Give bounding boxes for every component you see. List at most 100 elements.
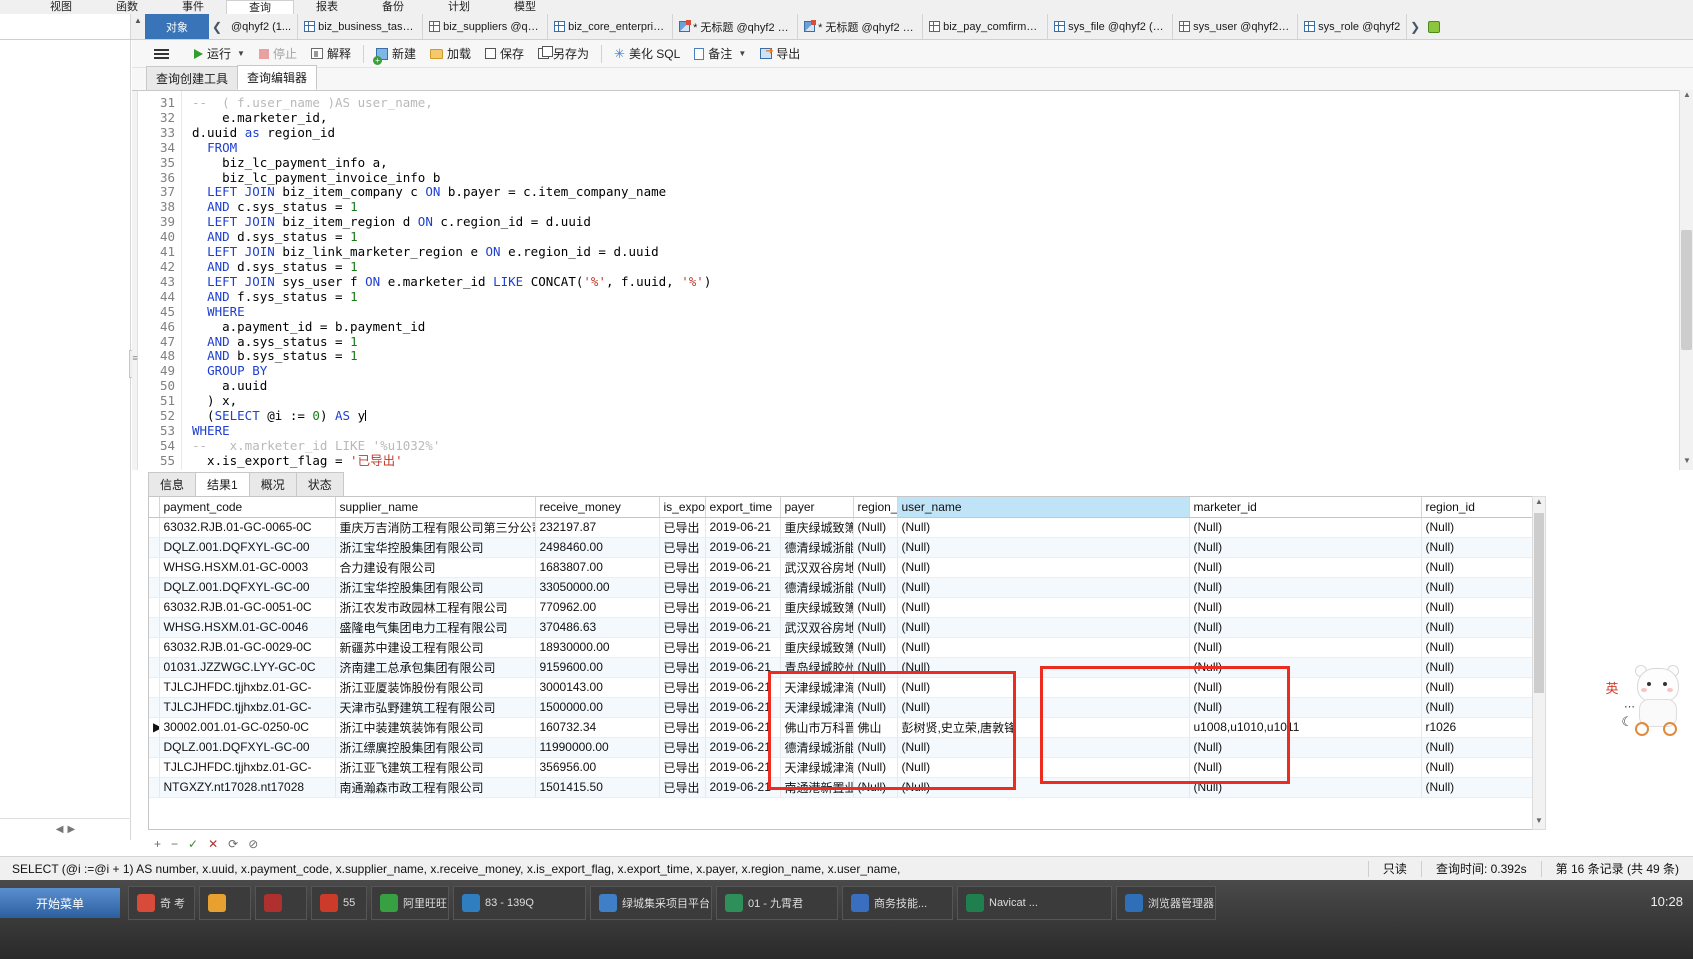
menu-item-report[interactable]: 报表 (294, 0, 360, 14)
cell-marketer_id[interactable]: (Null) (1189, 597, 1422, 618)
cell-supplier_name[interactable]: 浙江缥廙控股集团有限公司 (335, 737, 536, 758)
sql-line[interactable]: ) x, (192, 393, 1693, 409)
cell-receive_money[interactable]: 11990000.00 (535, 737, 660, 758)
cell-payer[interactable]: 重庆绿城致簿 (780, 637, 854, 658)
scroll-up-icon[interactable]: ▲ (131, 14, 145, 39)
cell-region_id[interactable]: (Null) (1421, 677, 1545, 698)
load-button[interactable]: 加载 (423, 41, 478, 67)
export-button[interactable]: 导出 (753, 41, 807, 67)
cell-region_id[interactable]: (Null) (1421, 617, 1545, 638)
cell-marketer_id[interactable]: (Null) (1189, 557, 1422, 578)
sql-line[interactable]: AND d.sys_status = 1 (192, 229, 1693, 245)
cell-payment_code[interactable]: WHSG.HSXM.01-GC-0003 (159, 557, 336, 578)
cell-receive_money[interactable]: 1501415.50 (535, 777, 660, 798)
tab-untitled-1[interactable]: * 无标题 @qhyf2 (1... (673, 14, 799, 39)
cell-region_id[interactable]: (Null) (1421, 777, 1545, 798)
tab-info[interactable]: 信息 (148, 472, 197, 496)
cell-receive_money[interactable]: 356956.00 (535, 757, 660, 778)
sql-line[interactable]: AND d.sys_status = 1 (192, 259, 1693, 275)
cell-region_name[interactable]: (Null) (853, 697, 898, 718)
cell-supplier_name[interactable]: 浙江中装建筑装饰有限公司 (335, 717, 536, 738)
cell-payer[interactable]: 德清绿城浙能 (780, 537, 854, 558)
cell-export_time[interactable]: 2019-06-21 (705, 677, 781, 698)
scrollbar-thumb[interactable] (1534, 513, 1544, 693)
table-row[interactable]: TJLCJHFDC.tjjhxbz.01-GC- 浙江亚飞建筑工程有限公司 3569… (149, 757, 1545, 778)
cell-user_name[interactable]: (Null) (897, 577, 1190, 598)
table-row[interactable]: DQLZ.001.DQFXYL-GC-00 浙江缥廙控股集团有限公司 1199000… (149, 737, 1545, 758)
column-header-user_name[interactable]: user_name (897, 497, 1190, 518)
cell-payer[interactable]: 青岛绿城胶州 (780, 657, 854, 678)
taskbar-button[interactable]: 01 - 九霄君 (716, 886, 838, 920)
sql-line[interactable]: (SELECT @i := 0) AS y (192, 408, 1693, 424)
table-row[interactable]: 01031.JZZWGC.LYY-GC-0C 济南建工总承包集团有限公司 91596… (149, 657, 1545, 678)
cell-region_id[interactable]: r1026 (1421, 717, 1545, 738)
cell-payment_code[interactable]: DQLZ.001.DQFXYL-GC-00 (159, 737, 336, 758)
beautify-sql-button[interactable]: ✳ 美化 SQL (607, 41, 687, 67)
sql-line[interactable]: AND c.sys_status = 1 (192, 199, 1693, 215)
cell-payer[interactable]: 天津绿城津海 (780, 757, 854, 778)
column-header-export_time[interactable]: export_time (705, 497, 781, 518)
cell-receive_money[interactable]: 9159600.00 (535, 657, 660, 678)
cell-is_export_flag[interactable]: 已导出 (659, 577, 706, 598)
cell-export_time[interactable]: 2019-06-21 (705, 577, 781, 598)
table-row[interactable]: 63032.RJB.01-GC-0029-0C 新疆苏中建设工程有限公司 18930… (149, 637, 1545, 658)
tab-query-editor[interactable]: 查询编辑器 (237, 65, 318, 90)
taskbar-button[interactable]: 浏览器管理器 (1116, 886, 1216, 920)
cell-region_name[interactable]: (Null) (853, 617, 898, 638)
cell-supplier_name[interactable]: 盛隆电气集团电力工程有限公司 (335, 617, 536, 638)
cell-is_export_flag[interactable]: 已导出 (659, 777, 706, 798)
cell-region_id[interactable]: (Null) (1421, 637, 1545, 658)
cell-region_name[interactable]: (Null) (853, 777, 898, 798)
cell-marketer_id[interactable]: (Null) (1189, 657, 1422, 678)
cell-region_id[interactable]: (Null) (1421, 757, 1545, 778)
cell-payment_code[interactable]: 63032.RJB.01-GC-0051-0C (159, 597, 336, 618)
cell-user_name[interactable]: (Null) (897, 517, 1190, 538)
cell-marketer_id[interactable]: (Null) (1189, 697, 1422, 718)
cell-user_name[interactable]: (Null) (897, 557, 1190, 578)
column-header-payment_code[interactable]: payment_code (159, 497, 336, 518)
cell-user_name[interactable]: (Null) (897, 777, 1190, 798)
table-row[interactable]: TJLCJHFDC.tjjhxbz.01-GC- 天津市弘野建筑工程有限公司 150… (149, 697, 1545, 718)
cell-supplier_name[interactable]: 浙江宝华控股集团有限公司 (335, 577, 536, 598)
cell-payment_code[interactable]: NTGXZY.nt17028.nt17028 (159, 777, 336, 798)
cell-payment_code[interactable]: 63032.RJB.01-GC-0029-0C (159, 637, 336, 658)
cancel-changes-button[interactable]: ✕ (208, 837, 218, 851)
note-button[interactable]: 备注 ▼ (687, 41, 753, 67)
sql-line[interactable]: LEFT JOIN biz_link_marketer_region e ON … (192, 244, 1693, 260)
cell-export_time[interactable]: 2019-06-21 (705, 777, 781, 798)
table-row[interactable]: WHSG.HSXM.01-GC-0003 合力建设有限公司 1683807.00 已导… (149, 557, 1545, 578)
cell-payment_code[interactable]: TJLCJHFDC.tjjhxbz.01-GC- (159, 677, 336, 698)
sql-line[interactable]: a.uuid (192, 378, 1693, 394)
cell-supplier_name[interactable]: 浙江宝华控股集团有限公司 (335, 537, 536, 558)
cell-region_name[interactable]: (Null) (853, 637, 898, 658)
tab-biz-business-task[interactable]: biz_business_task_a... (298, 14, 424, 39)
cell-region_name[interactable]: (Null) (853, 577, 898, 598)
cell-region_name[interactable]: (Null) (853, 677, 898, 698)
cell-marketer_id[interactable]: (Null) (1189, 517, 1422, 538)
chevron-left-icon[interactable]: ◀ (56, 824, 64, 835)
cell-is_export_flag[interactable]: 已导出 (659, 717, 706, 738)
cell-payer[interactable]: 天津绿城津海 (780, 677, 854, 698)
cell-region_name[interactable]: (Null) (853, 757, 898, 778)
cell-payment_code[interactable]: DQLZ.001.DQFXYL-GC-00 (159, 577, 336, 598)
taskbar-button[interactable]: 绿城集采项目平台 (590, 886, 712, 920)
cell-is_export_flag[interactable]: 已导出 (659, 617, 706, 638)
sql-line[interactable]: LEFT JOIN biz_item_company c ON b.payer … (192, 184, 1693, 200)
cell-receive_money[interactable]: 770962.00 (535, 597, 660, 618)
cell-marketer_id[interactable]: (Null) (1189, 637, 1422, 658)
editor-vertical-scrollbar[interactable]: ▲ ▼ (1679, 90, 1693, 470)
tab-sys-role[interactable]: sys_role @qhyf2 (1298, 14, 1408, 39)
chevron-right-icon[interactable]: ❯ (1407, 14, 1423, 39)
scroll-down-icon[interactable]: ▼ (1533, 816, 1545, 829)
cell-payer[interactable]: 德清绿城浙能 (780, 737, 854, 758)
chevron-down-icon[interactable]: ▼ (237, 49, 245, 58)
cell-marketer_id[interactable]: (Null) (1189, 617, 1422, 638)
cell-is_export_flag[interactable]: 已导出 (659, 597, 706, 618)
cell-export_time[interactable]: 2019-06-21 (705, 557, 781, 578)
taskbar-button[interactable]: 83 - 139Q (453, 886, 586, 920)
new-tab-button[interactable] (1423, 14, 1445, 39)
cell-payment_code[interactable]: 30002.001.01-GC-0250-0C (159, 717, 336, 738)
sql-line[interactable]: a.payment_id = b.payment_id (192, 319, 1693, 335)
save-button[interactable]: 保存 (478, 41, 531, 67)
taskbar-button[interactable] (255, 886, 307, 920)
